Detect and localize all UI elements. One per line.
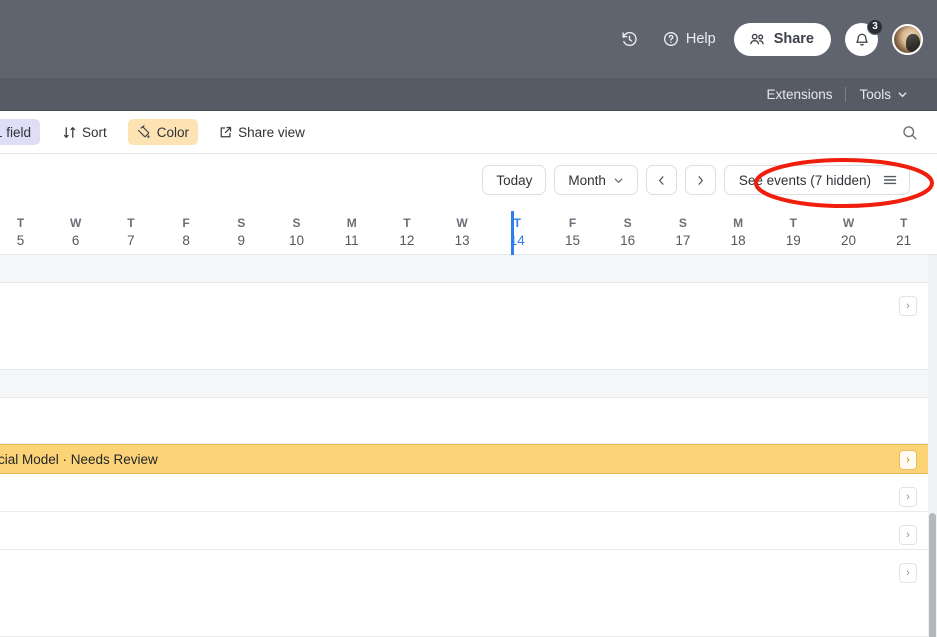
day-header-21[interactable]: T 21 bbox=[865, 215, 937, 249]
sort-button[interactable]: Sort bbox=[54, 119, 116, 145]
calendar-day-header: T 5 W 6 T 7 F 8 S 9 S 10 M 11 T 12 W 13 T 14 F 15 S 16 S 17 M 18 T 19… bbox=[0, 211, 937, 255]
history-icon[interactable] bbox=[615, 24, 645, 54]
tools-button[interactable]: Tools bbox=[846, 87, 921, 102]
view-toolbar: 1 field Sort Color bbox=[0, 111, 937, 154]
extensions-button[interactable]: Extensions bbox=[753, 87, 845, 102]
chevron-down-icon bbox=[897, 89, 908, 100]
range-select[interactable]: Month bbox=[554, 165, 638, 195]
sort-arrows-icon bbox=[63, 126, 76, 139]
share-view-label: Share view bbox=[238, 124, 305, 140]
notifications[interactable]: 3 bbox=[845, 18, 883, 56]
help-button[interactable]: Help bbox=[659, 26, 720, 52]
chevron-down-icon bbox=[613, 175, 624, 186]
hamburger-menu-icon bbox=[883, 174, 897, 186]
extensions-label: Extensions bbox=[766, 87, 833, 102]
day-of-week-label: T bbox=[900, 216, 908, 230]
today-indicator-line bbox=[511, 211, 514, 255]
share-view-button[interactable]: Share view bbox=[210, 119, 314, 145]
calendar-controls: Today Month See events (7 hidden) bbox=[482, 165, 910, 195]
see-events-button[interactable]: See events (7 hidden) bbox=[723, 165, 910, 195]
secondary-bar-items: Extensions Tools bbox=[753, 78, 921, 111]
day-number-label: 21 bbox=[896, 233, 912, 248]
calendar-row[interactable] bbox=[0, 255, 937, 283]
expand-record-chevron-right-icon[interactable]: › bbox=[899, 563, 917, 583]
search-icon[interactable] bbox=[897, 120, 923, 146]
share-label: Share bbox=[773, 31, 814, 47]
external-link-icon bbox=[219, 126, 232, 139]
event-title: cial Model · Needs Review bbox=[0, 451, 158, 467]
scrollbar-thumb[interactable] bbox=[929, 513, 936, 637]
calendar-event-bar[interactable]: cial Model · Needs Review › bbox=[0, 444, 937, 474]
share-button[interactable]: Share bbox=[733, 22, 831, 56]
see-events-label: See events (7 hidden) bbox=[738, 172, 871, 188]
calendar-row[interactable] bbox=[0, 398, 937, 444]
app-header-bar: Help Share 3 bbox=[0, 0, 937, 78]
fields-button[interactable]: 1 field bbox=[0, 119, 41, 145]
expand-record-chevron-right-icon[interactable]: › bbox=[899, 525, 917, 545]
calendar-row[interactable] bbox=[0, 512, 937, 550]
calendar-row[interactable] bbox=[0, 550, 937, 637]
sort-label: Sort bbox=[82, 124, 107, 140]
chevron-left-icon bbox=[656, 175, 667, 186]
range-label: Month bbox=[568, 172, 606, 188]
vertical-scrollbar[interactable] bbox=[928, 255, 937, 637]
today-label: Today bbox=[496, 172, 533, 188]
expand-record-chevron-right-icon[interactable]: › bbox=[899, 487, 917, 507]
calendar-controls-bar: Today Month See events (7 hidden) bbox=[0, 154, 937, 211]
chevron-right-icon bbox=[695, 175, 706, 186]
tools-label: Tools bbox=[859, 87, 891, 102]
calendar-grid: › › › › cial Model · Needs Review › bbox=[0, 255, 937, 637]
calendar-app: Help Share 3 Extensions Tools field Sort… bbox=[0, 0, 937, 637]
calendar-row[interactable] bbox=[0, 283, 937, 370]
expand-event-chevron-right-icon[interactable]: › bbox=[899, 450, 917, 470]
avatar[interactable] bbox=[892, 23, 923, 55]
notification-badge: 3 bbox=[867, 18, 883, 35]
prev-period-button[interactable] bbox=[645, 165, 677, 195]
header-actions: Help Share 3 bbox=[615, 0, 923, 78]
people-icon bbox=[749, 32, 766, 47]
app-secondary-bar: Extensions Tools bbox=[0, 78, 937, 111]
fields-label: 1 field bbox=[0, 124, 32, 140]
question-circle-icon bbox=[663, 31, 679, 47]
color-button[interactable]: Color bbox=[127, 119, 199, 145]
today-button[interactable]: Today bbox=[482, 165, 547, 195]
calendar-row[interactable] bbox=[0, 474, 937, 512]
next-period-button[interactable] bbox=[684, 165, 716, 195]
calendar-row[interactable] bbox=[0, 370, 937, 398]
help-label: Help bbox=[685, 31, 716, 47]
expand-record-chevron-right-icon[interactable]: › bbox=[899, 296, 917, 316]
color-label: Color bbox=[156, 124, 190, 140]
paint-drop-icon bbox=[137, 125, 151, 139]
